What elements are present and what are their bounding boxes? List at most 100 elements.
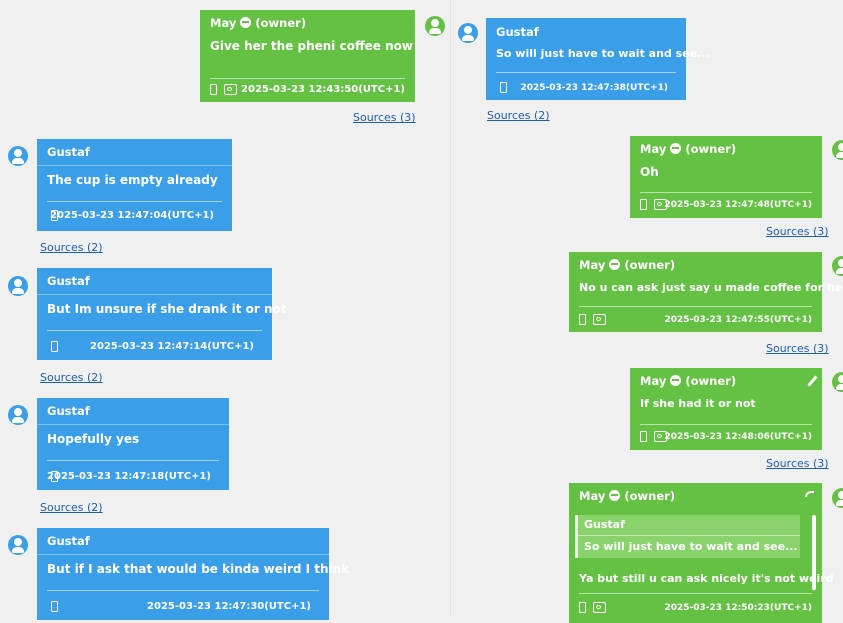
author-name: May bbox=[640, 374, 667, 388]
sources-link[interactable]: Sources (3) bbox=[766, 342, 829, 355]
message-bubble[interactable]: Gustaf The cup is empty already 2025-03-… bbox=[37, 139, 232, 231]
quoted-text: So will just have to wait and see... bbox=[584, 540, 798, 553]
message-header: Gustaf bbox=[37, 528, 329, 555]
image-icon bbox=[593, 602, 606, 613]
message-text: Hopefully yes bbox=[47, 432, 140, 446]
author-name: Gustaf bbox=[47, 145, 90, 159]
phone-icon bbox=[51, 341, 58, 352]
message-text: But if I ask that would be kinda weird I… bbox=[47, 562, 350, 576]
phone-icon bbox=[579, 602, 586, 613]
author-role: (owner) bbox=[255, 16, 307, 30]
message-timestamp: 2025-03-23 12:43:50(UTC+1) bbox=[241, 84, 405, 95]
message-footer: 2025-03-23 12:47:38(UTC+1) bbox=[496, 79, 676, 97]
message-footer: 2025-03-23 12:47:30(UTC+1) bbox=[47, 598, 319, 616]
sources-link[interactable]: Sources (3) bbox=[766, 225, 829, 238]
message-footer: 2025-03-23 12:48:06(UTC+1) bbox=[640, 428, 812, 446]
user-avatar-icon bbox=[832, 256, 843, 276]
message-timestamp: 2025-03-23 12:47:38(UTC+1) bbox=[520, 83, 668, 93]
quoted-message[interactable]: Gustaf So will just have to wait and see… bbox=[575, 515, 800, 558]
message-footer: 2025-03-23 12:47:55(UTC+1) bbox=[579, 311, 812, 329]
emoji-icon bbox=[670, 143, 682, 154]
message-separator bbox=[579, 593, 812, 594]
reply-icon[interactable] bbox=[805, 491, 814, 497]
author-name: Gustaf bbox=[47, 534, 90, 548]
user-avatar-icon bbox=[832, 140, 843, 160]
author-name: May bbox=[579, 489, 606, 503]
image-icon bbox=[593, 314, 606, 325]
sources-link[interactable]: Sources (3) bbox=[766, 457, 829, 470]
message-bubble[interactable]: Gustaf So will just have to wait and see… bbox=[486, 18, 710, 100]
message-footer: 2025-03-23 12:47:04(UTC+1) bbox=[47, 207, 222, 225]
message-text: But Im unsure if she drank it or not bbox=[47, 302, 287, 316]
emoji-icon bbox=[240, 17, 252, 28]
user-avatar-icon bbox=[8, 146, 28, 166]
chat-column-right: Gustaf So will just have to wait and see… bbox=[452, 0, 843, 623]
phone-icon bbox=[579, 314, 586, 325]
message-separator bbox=[579, 306, 812, 307]
message-bubble[interactable]: Gustaf Hopefully yes 2025-03-23 12:47:18… bbox=[37, 398, 229, 490]
message-bubble[interactable]: Gustaf But if I ask that would be kinda … bbox=[37, 528, 350, 620]
message-separator bbox=[47, 330, 262, 331]
message-separator bbox=[47, 201, 222, 202]
image-icon bbox=[224, 84, 237, 95]
message-text: Ya but still u can ask nicely it's not w… bbox=[579, 572, 834, 585]
message-separator bbox=[210, 78, 405, 79]
message-header: May (owner) bbox=[200, 10, 415, 36]
message-bubble[interactable]: May (owner) Give her the pheni coffee no… bbox=[200, 10, 415, 102]
phone-icon bbox=[500, 82, 507, 93]
message-text: The cup is empty already bbox=[47, 173, 218, 187]
user-avatar-icon bbox=[8, 405, 28, 425]
message-footer: 2025-03-23 12:43:50(UTC+1) bbox=[210, 81, 405, 99]
message-separator bbox=[640, 192, 812, 193]
message-timestamp: 2025-03-23 12:47:48(UTC+1) bbox=[664, 200, 812, 210]
sources-link[interactable]: Sources (2) bbox=[40, 241, 103, 254]
message-timestamp: 2025-03-23 12:50:23(UTC+1) bbox=[664, 603, 812, 613]
author-name: Gustaf bbox=[47, 274, 90, 288]
message-timestamp: 2025-03-23 12:47:30(UTC+1) bbox=[147, 601, 311, 612]
message-text: No u can ask just say u made coffee for … bbox=[579, 281, 843, 294]
phone-icon bbox=[640, 199, 647, 210]
user-avatar-icon bbox=[8, 535, 28, 555]
message-timestamp: 2025-03-23 12:48:06(UTC+1) bbox=[664, 432, 812, 442]
author-name: May bbox=[210, 16, 237, 30]
author-name: May bbox=[579, 258, 606, 272]
emoji-icon bbox=[609, 259, 621, 270]
message-separator bbox=[47, 590, 319, 591]
author-role: (owner) bbox=[685, 374, 737, 388]
message-bubble[interactable]: May (owner) Oh 2025-03-23 12:47:48(UTC+1… bbox=[630, 136, 822, 218]
message-bubble[interactable]: May (owner) No u can ask just say u made… bbox=[569, 252, 843, 332]
sources-link[interactable]: Sources (2) bbox=[40, 501, 103, 514]
message-header: May (owner) bbox=[630, 136, 822, 162]
message-header: Gustaf bbox=[486, 18, 686, 42]
sources-link[interactable]: Sources (3) bbox=[353, 111, 416, 124]
author-role: (owner) bbox=[624, 258, 676, 272]
message-separator bbox=[496, 72, 676, 73]
message-text: If she had it or not bbox=[640, 397, 756, 410]
author-role: (owner) bbox=[685, 142, 737, 156]
sources-link[interactable]: Sources (2) bbox=[487, 109, 550, 122]
message-text: Give her the pheni coffee now bbox=[210, 39, 413, 53]
user-avatar-icon bbox=[8, 276, 28, 296]
message-text: So will just have to wait and see... bbox=[496, 47, 710, 60]
author-name: Gustaf bbox=[496, 25, 539, 39]
message-footer: 2025-03-23 12:47:18(UTC+1) bbox=[47, 468, 219, 486]
message-bubble[interactable]: Gustaf But Im unsure if she drank it or … bbox=[37, 268, 287, 360]
message-text: Oh bbox=[640, 165, 659, 179]
chat-column-left: May (owner) Give her the pheni coffee no… bbox=[0, 0, 452, 620]
message-separator bbox=[640, 424, 812, 425]
user-avatar-icon bbox=[832, 372, 843, 392]
message-header: May (owner) bbox=[569, 483, 822, 509]
quoted-author: Gustaf bbox=[578, 515, 800, 536]
user-avatar-icon bbox=[458, 23, 478, 43]
message-timestamp: 2025-03-23 12:47:55(UTC+1) bbox=[664, 315, 812, 325]
author-name: May bbox=[640, 142, 667, 156]
author-role: (owner) bbox=[624, 489, 676, 503]
phone-icon bbox=[640, 431, 647, 442]
message-footer: 2025-03-23 12:47:48(UTC+1) bbox=[640, 196, 812, 214]
message-footer: 2025-03-23 12:50:23(UTC+1) bbox=[579, 599, 812, 617]
sources-link[interactable]: Sources (2) bbox=[40, 371, 103, 384]
message-timestamp: 2025-03-23 12:47:04(UTC+1) bbox=[50, 210, 214, 221]
message-bubble[interactable]: May (owner) Gustaf So will just have to … bbox=[569, 483, 834, 623]
message-bubble[interactable]: May (owner) If she had it or not 2025-03… bbox=[630, 368, 822, 450]
user-avatar-icon bbox=[832, 488, 843, 508]
